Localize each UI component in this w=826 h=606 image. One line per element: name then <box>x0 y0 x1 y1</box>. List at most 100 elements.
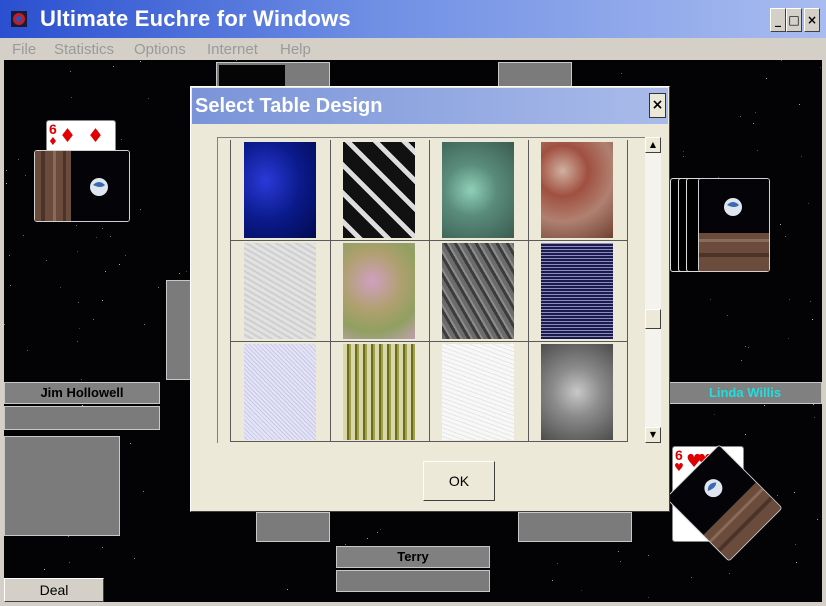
star <box>102 547 103 548</box>
star <box>134 558 135 559</box>
star <box>367 538 368 539</box>
west-card-back <box>34 150 130 222</box>
star <box>714 414 715 415</box>
star <box>820 67 821 68</box>
star <box>236 60 237 61</box>
design-tile-gray-stone[interactable] <box>442 243 514 339</box>
design-grid <box>217 137 653 443</box>
star <box>68 536 69 537</box>
deal-button[interactable]: Deal <box>4 578 104 602</box>
menu-help[interactable]: Help <box>280 41 311 58</box>
star <box>102 228 103 229</box>
star <box>158 287 159 288</box>
card-rank: 6 <box>675 447 683 463</box>
design-grid-scrollbar[interactable]: ▲ ▼ <box>645 137 661 443</box>
player-name-east: Linda Willis <box>668 382 822 404</box>
star <box>23 235 24 236</box>
star <box>380 529 381 530</box>
star <box>130 443 131 444</box>
star <box>77 251 78 252</box>
star <box>785 236 786 237</box>
star <box>727 315 728 316</box>
diamond-icon: ♦ <box>59 125 77 147</box>
south-left-slot <box>256 512 330 542</box>
south-info-bar <box>336 570 490 592</box>
star <box>745 434 746 435</box>
star <box>125 255 126 256</box>
minimize-button[interactable]: _ <box>770 8 786 32</box>
star <box>683 156 684 157</box>
grid-line <box>230 140 231 442</box>
menu-internet[interactable]: Internet <box>207 41 258 58</box>
star <box>60 287 61 288</box>
player-name-west: Jim Hollowell <box>4 382 160 404</box>
star <box>808 203 809 204</box>
design-tile-white-texture[interactable] <box>244 243 316 339</box>
star <box>105 271 106 272</box>
east-card-back <box>698 178 770 272</box>
star <box>729 573 730 574</box>
star <box>79 328 80 329</box>
star <box>648 555 649 556</box>
player-name-south: Terry <box>336 546 490 568</box>
star <box>620 561 621 562</box>
star <box>27 350 28 351</box>
star <box>143 491 144 492</box>
star <box>25 175 26 176</box>
star <box>179 273 180 274</box>
star <box>683 151 684 152</box>
star <box>648 597 649 598</box>
design-tile-gray-marble[interactable] <box>541 344 613 440</box>
design-tile-olive-stripes[interactable] <box>343 344 415 440</box>
app-window: Ultimate Euchre for Windows _ □ × File S… <box>0 0 826 606</box>
design-tile-houndstooth[interactable] <box>343 142 415 238</box>
star <box>777 495 778 496</box>
design-tile-lavender-speckle[interactable] <box>244 344 316 440</box>
grid-line <box>627 140 628 442</box>
star <box>77 341 78 342</box>
star <box>745 346 746 347</box>
heart-icon: ♥ <box>674 461 684 474</box>
menu-statistics[interactable]: Statistics <box>54 41 114 58</box>
design-tile-white-speckle[interactable] <box>442 344 514 440</box>
design-tile-navy-speckle[interactable] <box>541 243 613 339</box>
star <box>621 73 622 74</box>
star <box>581 590 582 591</box>
menu-file[interactable]: File <box>12 41 36 58</box>
star <box>345 544 346 545</box>
maximize-button[interactable]: □ <box>786 8 802 32</box>
star <box>788 338 789 339</box>
menu-options[interactable]: Options <box>134 41 186 58</box>
star <box>810 301 811 302</box>
star <box>70 71 71 72</box>
earth-card-back-image <box>35 151 129 221</box>
app-icon <box>11 11 27 27</box>
scroll-down-arrow-icon[interactable]: ▼ <box>645 427 661 443</box>
design-tile-red-granite[interactable] <box>541 142 613 238</box>
diamond-icon: ♦ <box>87 125 105 147</box>
star <box>766 78 767 79</box>
scroll-thumb[interactable] <box>645 309 661 329</box>
scroll-up-arrow-icon[interactable]: ▲ <box>645 137 661 153</box>
star <box>110 236 111 237</box>
dialog-close-button[interactable]: × <box>649 93 666 118</box>
star <box>4 324 5 325</box>
menu-bar: File Statistics Options Internet Help <box>0 38 826 60</box>
star <box>46 260 47 261</box>
star <box>757 150 758 151</box>
star <box>102 300 103 301</box>
star <box>6 183 7 184</box>
close-button[interactable]: × <box>804 8 820 32</box>
design-tile-teal-stone[interactable] <box>442 142 514 238</box>
star <box>121 139 122 140</box>
star <box>6 170 7 171</box>
star <box>44 569 45 570</box>
star <box>69 562 70 563</box>
star <box>140 209 141 210</box>
star <box>741 360 742 361</box>
design-tile-blue-marble[interactable] <box>244 142 316 238</box>
star <box>9 255 10 256</box>
ok-button[interactable]: OK <box>423 461 495 501</box>
diamond-icon: ♦ <box>48 135 58 148</box>
design-tile-pastel-marble[interactable] <box>343 243 415 339</box>
